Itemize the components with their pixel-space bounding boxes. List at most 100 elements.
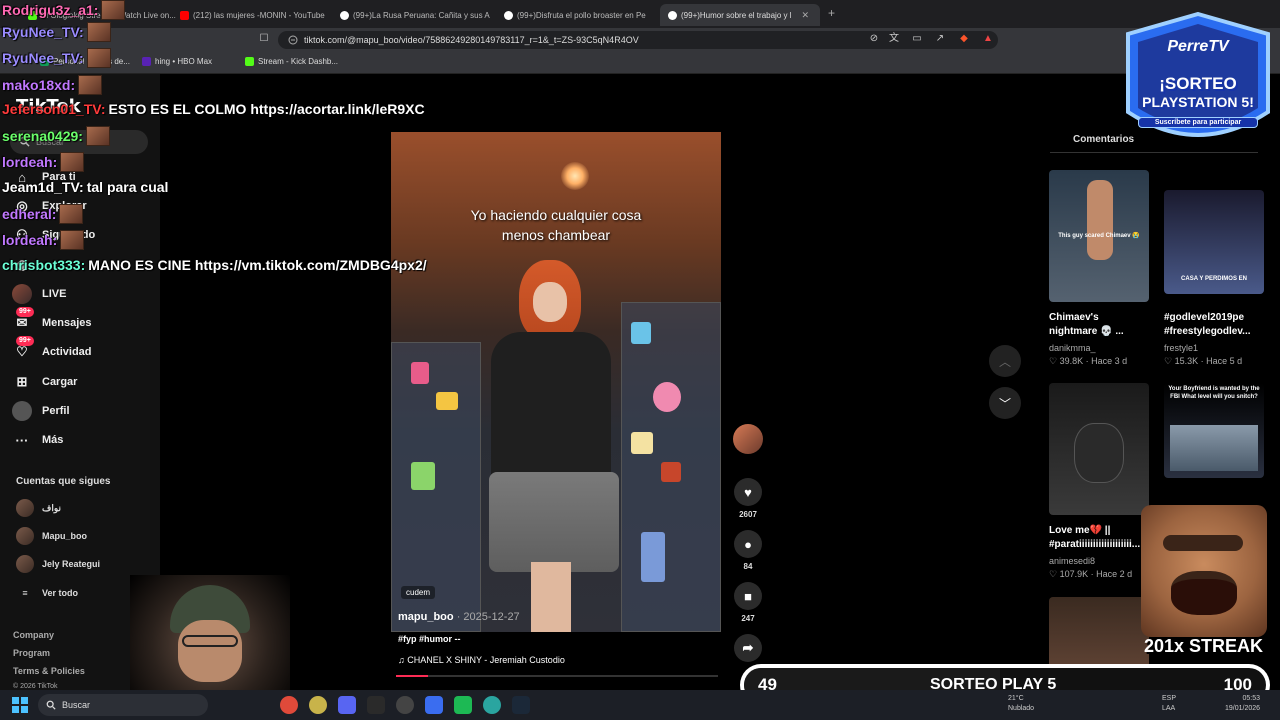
avatar [16,555,34,573]
share-button[interactable]: ➦ [733,634,763,666]
chat-text: MANO ES CINE https://vm.tiktok.com/ZMDBG… [88,257,427,273]
rewards-icon[interactable]: ▲ [982,33,994,45]
bookmark-item[interactable]: Stream - Kick Dashb... [245,57,338,66]
obs-icon[interactable] [367,696,385,714]
chat-emote-icon [78,75,103,95]
creator-avatar[interactable] [733,424,763,454]
figure-toy [411,362,429,384]
chat-username: mako18xd: [2,77,76,93]
comment-icon: ● [734,530,762,558]
close-tab-icon[interactable]: ✕ [802,10,810,21]
recommended-video-thumbnail[interactable]: This guy scared Chimaev 😭 [1049,170,1149,302]
language-indicator[interactable]: ESP LAA [1162,694,1176,714]
recommended-video-stats: ♡ 107.9K · Hace 2 d [1049,569,1133,579]
bookmark-item[interactable]: hing • HBO Max [142,57,212,66]
recommended-video-thumbnail[interactable] [1049,383,1149,515]
following-account[interactable]: Mapu_boo [16,526,87,546]
following-account[interactable]: Jely Reategui [16,554,100,574]
brave-shield-icon[interactable]: ◆ [958,33,970,45]
video-progress-fill [396,675,429,677]
footer-terms[interactable]: Terms & Policies [13,666,85,676]
recommended-video-title[interactable]: Love me💔 || #paratiiiiiiiiiiiiiiiiiii... [1049,524,1140,552]
footer-program[interactable]: Program [13,648,50,658]
comment-button[interactable]: ● 84 [733,530,763,571]
taskbar-search[interactable]: Buscar [38,694,208,716]
video-hashtags[interactable]: #fyp #humor -- [398,634,461,644]
nav-live[interactable]: LIVE [12,283,66,305]
browser-tab[interactable]: (99+)La Rusa Peruana: Cañita y sus A [332,4,492,26]
recommended-video-stats: ♡ 39.8K · Hace 3 d [1049,356,1128,366]
next-video-button[interactable]: ﹀ [989,387,1021,419]
nav-upload[interactable]: ⊞ Cargar [12,371,78,393]
like-button[interactable]: ♥ 2607 [733,478,763,519]
steam-icon[interactable] [512,696,530,714]
app-icon[interactable] [454,696,472,714]
nav-messages[interactable]: ✉ 99+ Mensajes [12,307,92,334]
video-progress-bar[interactable] [396,675,718,677]
footer-company[interactable]: Company [13,630,54,640]
figure-toy [641,532,665,582]
upload-icon: ⊞ [16,374,28,389]
chat-username: lordeah: [2,154,58,170]
streamer-face [178,620,242,682]
person-legs [531,562,571,632]
bookmark-icon[interactable]: ☐ [258,33,270,45]
fighter-figure [1087,180,1113,260]
cast-icon[interactable]: ▭ [911,33,923,45]
recommended-video-title[interactable]: Chimaev's nightmare 💀 ... [1049,311,1124,339]
recommended-video-title[interactable]: #godlevel2019pe #freestylegodlev... [1164,311,1251,339]
edge-icon[interactable] [483,696,501,714]
chat-emote-icon [86,22,111,42]
chat-emote-icon [60,230,85,250]
video-player[interactable]: Yo haciendo cualquier cosa menos chambea… [391,132,721,632]
recommended-video-thumbnail[interactable]: Your Boyfriend is wanted by the FBI What… [1164,383,1264,478]
chat-message: edheral: [2,204,84,224]
recommended-video-thumbnail[interactable]: CASA Y PERDIMOS EN [1164,190,1264,294]
nav-more[interactable]: ··· Más [12,429,64,451]
youtube-icon [180,10,189,20]
streak-counter: 201x STREAK [1144,636,1264,656]
save-button[interactable]: ■ 247 [733,582,763,623]
windows-start-icon[interactable] [12,697,28,713]
video-music[interactable]: ♫ CHANEL X SHINY - Jeremiah Custodio [398,655,565,665]
app-icon[interactable] [425,696,443,714]
tiktok-icon [340,10,349,20]
discord-icon[interactable] [338,696,356,714]
capcut-tag[interactable]: cudem [401,586,436,599]
recommended-video-author[interactable]: danikmma_ [1049,343,1096,353]
ceiling-lamp [561,162,589,190]
brave-browser-icon[interactable] [280,696,298,714]
nav-profile[interactable]: Perfil [12,400,70,422]
browser-tab[interactable]: (212) las mujeres -MONIN - YouTube [172,4,332,26]
notification-badge: 99+ [16,336,34,346]
streamer-webcam [130,575,290,690]
share-icon[interactable]: ↗ [934,33,946,45]
weather-widget[interactable]: 21°C Nublado [1008,694,1034,714]
nav-activity[interactable]: ♡ 99+ Actividad [12,336,92,363]
mute-icon[interactable]: ⊘ [868,33,880,45]
figure-toy [411,462,435,490]
video-author[interactable]: mapu_boo · 2025-12-27 [398,611,520,623]
profile-icon [12,401,32,421]
figure-toy [653,382,681,412]
site-info-icon[interactable] [288,35,298,45]
chat-text: tal para cual [86,179,169,195]
translate-icon[interactable]: 文 [888,33,900,45]
recommended-video-author[interactable]: animesedi8 [1049,556,1095,566]
chat-username: serena0429: [2,128,83,144]
previous-video-button[interactable]: ︿ [989,345,1021,377]
chat-username: lordeah: [2,232,58,248]
browser-tab-active[interactable]: (99+)Humor sobre el trabajo y l ✕ [660,4,820,26]
recommended-video-author[interactable]: frestyle1 [1164,343,1198,353]
app-icon[interactable] [396,696,414,714]
browser-tab[interactable]: (99+)Disfruta el pollo broaster en Pe [496,4,656,26]
browser-tabbar: El Gloglokig Stream - Watch Live on... (… [0,0,1280,28]
system-clock[interactable]: 05:53 19/01/2026 [1225,694,1260,714]
following-account[interactable]: نواف [16,498,61,518]
see-all-link[interactable]: ≡ Ver todo [16,583,78,603]
chat-message: RyuNee_TV: [2,48,111,68]
app-icon[interactable] [309,696,327,714]
new-tab-button[interactable]: + [828,6,835,20]
person-skirt [489,472,619,572]
chat-message: lordeah: [2,230,85,250]
